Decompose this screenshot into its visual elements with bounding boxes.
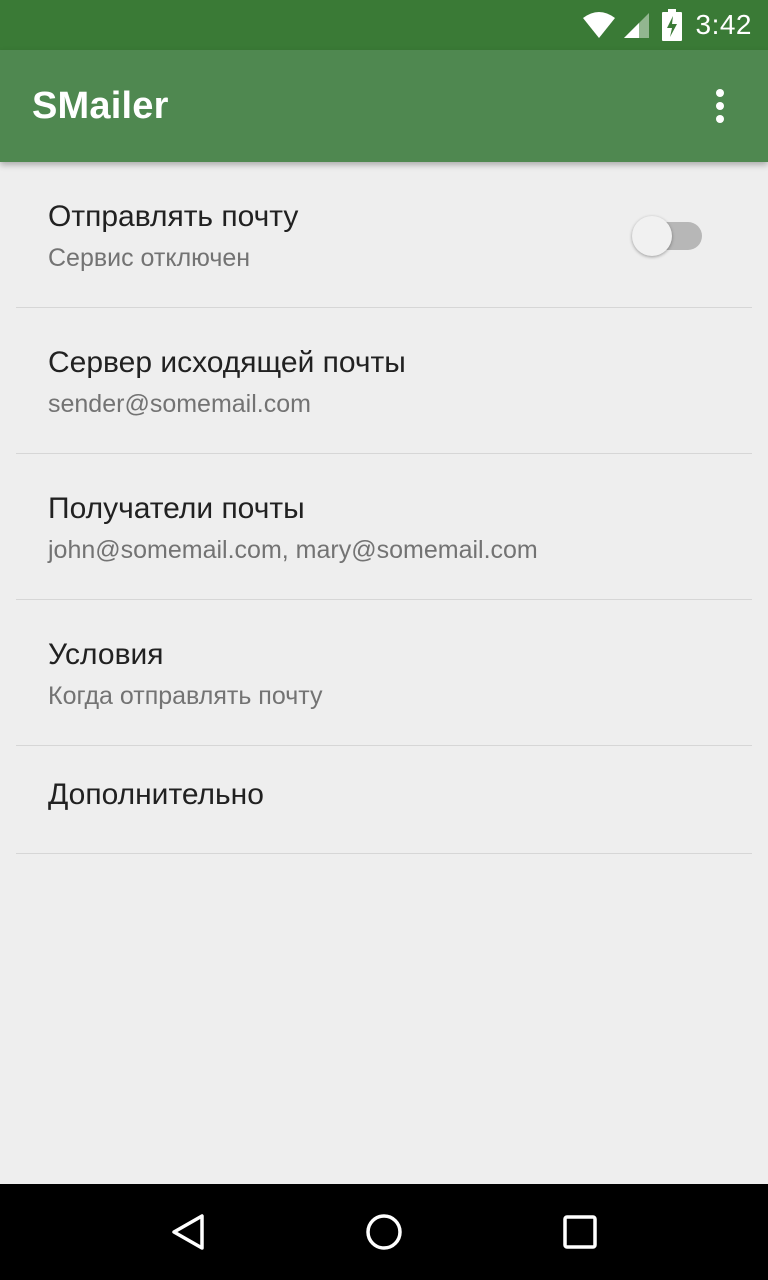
recents-button[interactable] — [550, 1202, 610, 1262]
signal-icon — [622, 11, 650, 39]
status-clock: 3:42 — [695, 9, 752, 40]
navigation-bar — [0, 1184, 768, 1280]
pref-summary: Когда отправлять почту — [48, 682, 323, 710]
wifi-icon — [582, 11, 616, 39]
pref-summary: sender@somemail.com — [48, 390, 311, 418]
overflow-menu-button[interactable] — [700, 86, 740, 126]
battery-charging-icon — [661, 9, 682, 41]
preference-list: Отправлять почту Сервис отключен Сервер … — [0, 162, 768, 854]
pref-summary: john@somemail.com, mary@somemail.com — [48, 536, 538, 564]
pref-title: Дополнительно — [48, 778, 264, 811]
status-bar: 3:42 — [0, 0, 768, 50]
pref-advanced[interactable]: Дополнительно — [16, 746, 752, 854]
pref-title: Сервер исходящей почты — [48, 346, 406, 379]
pref-outgoing-server[interactable]: Сервер исходящей почты sender@somemail.c… — [16, 308, 752, 454]
pref-send-mail[interactable]: Отправлять почту Сервис отключен — [16, 162, 752, 308]
recents-icon — [563, 1215, 597, 1249]
app-title: SMailer — [32, 84, 169, 127]
pref-conditions[interactable]: Условия Когда отправлять почту — [16, 600, 752, 746]
switch-thumb — [632, 216, 672, 256]
pref-title: Условия — [48, 638, 164, 671]
app-bar: SMailer — [0, 50, 768, 162]
more-vert-icon — [716, 89, 724, 123]
pref-recipients[interactable]: Получатели почты john@somemail.com, mary… — [16, 454, 752, 600]
send-mail-switch[interactable] — [632, 216, 704, 256]
home-icon — [366, 1214, 402, 1250]
pref-summary: Сервис отключен — [48, 244, 251, 272]
pref-title: Получатели почты — [48, 492, 305, 525]
back-icon — [172, 1214, 204, 1250]
home-button[interactable] — [354, 1202, 414, 1262]
pref-title: Отправлять почту — [48, 200, 299, 233]
screen: 3:42 SMailer Отправлять почту Сервис отк… — [0, 0, 768, 1280]
back-button[interactable] — [158, 1202, 218, 1262]
